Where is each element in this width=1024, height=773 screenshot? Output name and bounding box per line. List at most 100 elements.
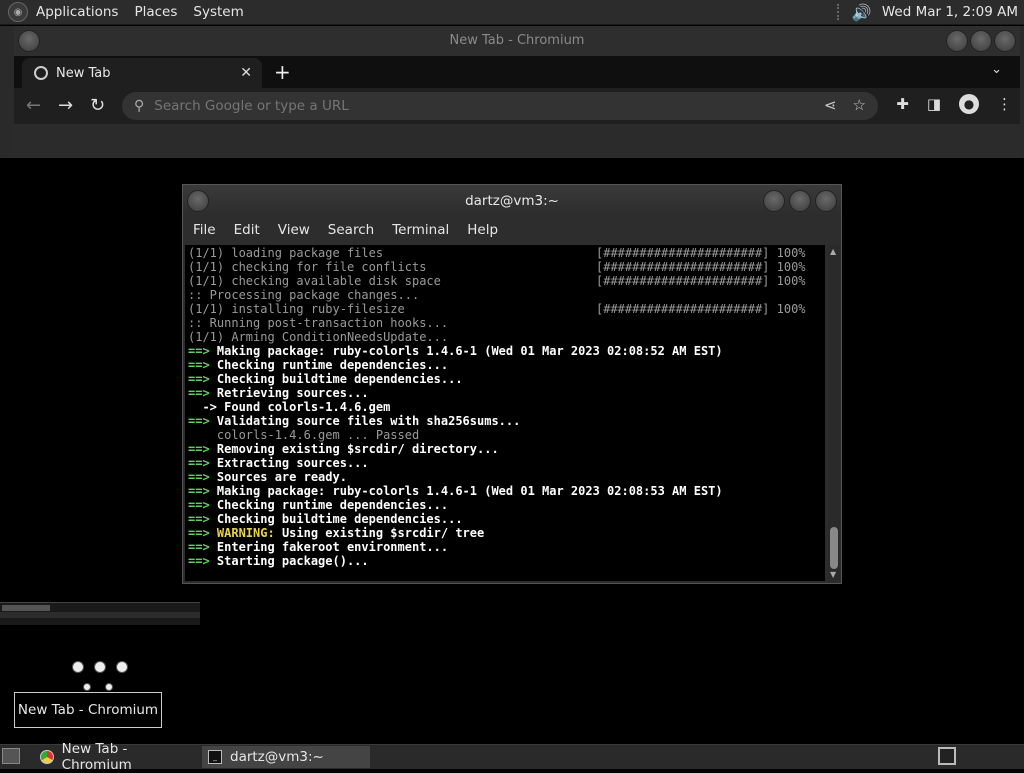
terminal-output[interactable]: (1/1) loading package files [############…: [185, 245, 825, 581]
side-panel-icon[interactable]: ◨: [927, 95, 941, 113]
terminal-line-text: Using existing $srcdir/ tree: [281, 526, 485, 540]
terminal-menu-help[interactable]: Help: [467, 222, 498, 238]
taskbar-item-terminal[interactable]: _ dartz@vm3:~: [202, 746, 370, 768]
terminal-line: ==> Removing existing $srcdir/ directory…: [188, 442, 825, 456]
terminal-line-text: Extracting sources...: [216, 456, 369, 470]
window-menu-button[interactable]: [18, 30, 40, 52]
terminal-scrollbar[interactable]: ▲ ▼: [828, 245, 840, 581]
progress-bar-text: [######################] 100%: [596, 260, 806, 274]
taskbar-item-label: New Tab - Chromium: [61, 741, 132, 773]
scroll-up-arrow-icon[interactable]: ▲: [830, 247, 836, 256]
kebab-menu-icon[interactable]: ⋮: [997, 95, 1012, 113]
toolbar: ← → ↻ ⚲ ⋖ ☆ ✚ ◨ ● ⋮: [14, 88, 1020, 124]
terminal-window-menu-button[interactable]: [187, 190, 209, 212]
close-button[interactable]: [994, 30, 1016, 52]
terminal-menu-search[interactable]: Search: [328, 222, 374, 238]
switcher-tooltip: New Tab - Chromium: [14, 692, 162, 728]
menu-system[interactable]: System: [193, 4, 243, 20]
arrow-prefix: ==>: [188, 386, 217, 400]
scroll-down-arrow-icon[interactable]: ▼: [830, 570, 836, 579]
forward-arrow-icon[interactable]: →: [58, 94, 73, 118]
terminal-line: colorls-1.4.6.gem ... Passed: [188, 428, 825, 442]
terminal-minimize-button[interactable]: [763, 190, 785, 212]
terminal-line: ==> Retrieving sources...: [188, 386, 825, 400]
arrow-prefix: ==>: [188, 512, 217, 526]
arrow-prefix: ==>: [188, 470, 217, 484]
switcher-dot[interactable]: [72, 661, 84, 673]
terminal-lines: (1/1) loading package files [############…: [185, 245, 825, 568]
back-arrow-icon[interactable]: ←: [26, 94, 41, 118]
arrow-prefix: ==>: [188, 344, 217, 358]
terminal-line: ==> Making package: ruby-colorls 1.4.6-1…: [188, 344, 825, 358]
gnome-foot-icon[interactable]: ◉: [8, 2, 28, 22]
chromium-window-left-border: [0, 26, 14, 158]
taskbar-item-chromium[interactable]: New Tab - Chromium: [34, 741, 198, 773]
arrow-prefix: ==>: [188, 358, 217, 372]
terminal-line-text: Checking buildtime dependencies...: [216, 372, 463, 386]
terminal-line-text: (1/1) checking for file conflicts: [188, 260, 427, 274]
terminal-line: ==> Starting package()...: [188, 554, 825, 568]
chromium-titlebar[interactable]: New Tab - Chromium: [14, 26, 1020, 56]
switcher-dot[interactable]: [105, 683, 113, 691]
arrow-prefix: ==>: [188, 414, 217, 428]
terminal-line-text: colorls-1.4.6.gem ... Passed: [188, 428, 420, 442]
top-panel: ◉ Applications Places System 🔊 Wed Mar 1…: [0, 0, 1024, 25]
tab-search-chevron-icon[interactable]: ⌄: [991, 62, 1002, 77]
terminal-line-text: :: Processing package changes...: [188, 288, 420, 302]
terminal-line-text: (1/1) loading package files: [188, 246, 384, 260]
volume-icon[interactable]: 🔊: [852, 3, 872, 22]
terminal-menu-file[interactable]: File: [193, 222, 216, 238]
tab-strip: New Tab ✕ + ⌄: [14, 56, 1020, 88]
share-icon[interactable]: ⋖: [824, 96, 837, 114]
progress-bar-text: [######################] 100%: [596, 302, 806, 316]
reload-icon[interactable]: ↻: [90, 94, 105, 118]
terminal-line: (1/1) checking for file conflicts [######…: [188, 260, 825, 274]
minimize-button[interactable]: [946, 30, 968, 52]
terminal-maximize-button[interactable]: [789, 190, 811, 212]
window-switcher-thumbnail[interactable]: [0, 602, 200, 625]
panel-separator: [836, 4, 842, 20]
terminal-close-button[interactable]: [815, 190, 837, 212]
terminal-line-text: Checking runtime dependencies...: [216, 358, 449, 372]
terminal-line: ==> Checking runtime dependencies...: [188, 498, 825, 512]
bookmark-star-icon[interactable]: ☆: [853, 96, 866, 114]
terminal-window-title: dartz@vm3:~: [465, 193, 559, 209]
switcher-dot[interactable]: [94, 661, 106, 673]
terminal-menu-edit[interactable]: Edit: [234, 222, 260, 238]
terminal-menu-terminal[interactable]: Terminal: [392, 222, 449, 238]
bottom-panel: New Tab - Chromium _ dartz@vm3:~: [0, 741, 1024, 773]
omnibox-input[interactable]: [152, 97, 777, 115]
tab-new-tab[interactable]: New Tab ✕: [22, 58, 262, 88]
terminal-menu-view[interactable]: View: [278, 222, 310, 238]
menu-applications[interactable]: Applications: [36, 4, 118, 20]
new-tab-button[interactable]: +: [274, 60, 291, 84]
terminal-line: ==> Validating source files with sha256s…: [188, 414, 825, 428]
clock[interactable]: Wed Mar 1, 2:09 AM: [882, 4, 1018, 20]
scrollbar-thumb[interactable]: [830, 527, 838, 569]
terminal-line-text: :: Running post-transaction hooks...: [188, 316, 449, 330]
menu-places[interactable]: Places: [134, 4, 177, 20]
terminal-line-text: Removing existing $srcdir/ directory...: [216, 442, 499, 456]
chromium-window: New Tab - Chromium New Tab ✕ + ⌄ ← → ↻ ⚲…: [14, 26, 1020, 158]
terminal-line-text: Validating source files with sha256sums.…: [216, 414, 521, 428]
close-tab-icon[interactable]: ✕: [240, 65, 252, 81]
terminal-line-text: Starting package()...: [216, 554, 369, 568]
extensions-puzzle-icon[interactable]: ✚: [896, 95, 909, 113]
top-panel-right: 🔊 Wed Mar 1, 2:09 AM: [836, 0, 1018, 24]
search-icon: ⚲: [134, 98, 145, 114]
terminal-line-text: (1/1) Arming ConditionNeedsUpdate...: [188, 330, 449, 344]
progress-bar-text: [######################] 100%: [596, 246, 806, 260]
terminal-line: ==> Sources are ready.: [188, 470, 825, 484]
show-desktop-icon[interactable]: [2, 748, 20, 764]
switcher-dot[interactable]: [83, 683, 91, 691]
omnibox[interactable]: ⚲ ⋖ ☆: [122, 92, 878, 120]
arrow-prefix: ==>: [188, 554, 217, 568]
maximize-button[interactable]: [970, 30, 992, 52]
terminal-line: ==> Entering fakeroot environment...: [188, 540, 825, 554]
switcher-dot[interactable]: [116, 661, 128, 673]
globe-icon: [34, 66, 48, 80]
profile-avatar-icon[interactable]: ●: [959, 94, 979, 114]
arrow-prefix: ==>: [188, 540, 217, 554]
workspace-switcher-icon[interactable]: [938, 747, 956, 765]
terminal-titlebar[interactable]: dartz@vm3:~: [183, 185, 841, 217]
